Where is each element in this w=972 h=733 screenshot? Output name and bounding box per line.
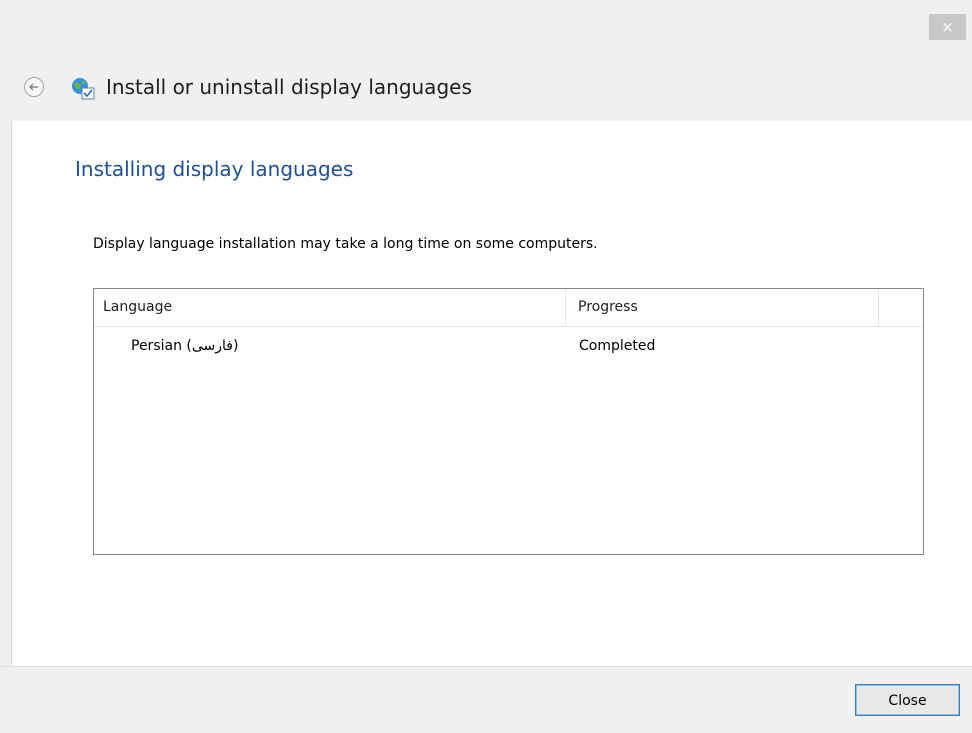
footer-bar (0, 666, 972, 733)
title-bar-area (0, 0, 972, 121)
cutoff-text-strip (0, 0, 972, 6)
back-button[interactable] (24, 77, 44, 97)
page-heading: Installing display languages (75, 157, 354, 181)
list-item[interactable]: Persian (فارسی) Completed (94, 329, 923, 363)
column-header-language[interactable]: Language (94, 289, 566, 326)
description-text: Display language installation may take a… (93, 236, 598, 252)
left-panel-edge (0, 121, 12, 666)
window-close-button[interactable]: × (929, 14, 966, 40)
language-cell: Persian (فارسی) (131, 338, 239, 354)
column-header-filler (879, 289, 923, 326)
column-header-progress[interactable]: Progress (566, 289, 879, 326)
list-header: Language Progress (94, 289, 923, 327)
languages-list[interactable]: Language Progress Persian (فارسی) Comple… (93, 288, 924, 555)
close-button[interactable]: Close (855, 684, 960, 716)
progress-cell: Completed (579, 338, 656, 354)
back-arrow-icon (28, 83, 38, 91)
globe-language-icon (70, 76, 96, 100)
close-icon: × (941, 18, 954, 36)
window-title: Install or uninstall display languages (106, 75, 472, 99)
